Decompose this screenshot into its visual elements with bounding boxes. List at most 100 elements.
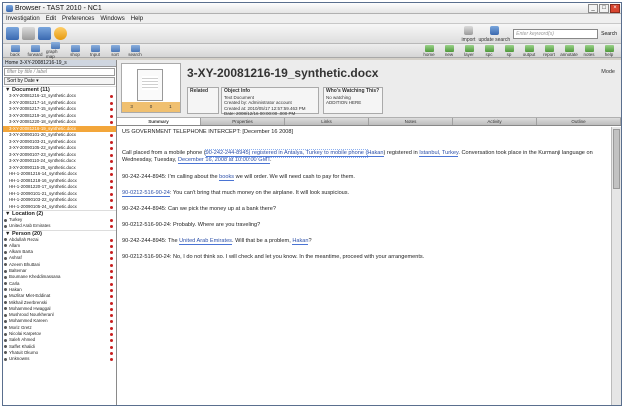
shop-button[interactable]: shop [66,44,84,57]
entity-person-hakan[interactable]: Hakan [367,150,384,157]
title-bar: Browser - TAST 2010 - NC1 _ □ × [3,3,621,14]
left-panel: Home 3-XY-20081216-19_s filter by title … [3,60,117,405]
new-button[interactable]: new [440,45,458,57]
home-button[interactable]: home [420,45,438,57]
menu-help[interactable]: Help [131,16,143,22]
left-tab[interactable]: Home 3-XY-20081216-19_s [3,60,116,67]
save-icon[interactable] [22,27,35,40]
menu-investigation[interactable]: Investigation [6,16,40,22]
menu-bar: Investigation Edit Preferences Windows H… [3,14,621,24]
content-line: 90-242-244-8945: The United Arab Emirate… [122,238,312,245]
related-box: Related [187,87,219,114]
document-page-icon [137,69,163,101]
notes-icon [584,45,594,52]
tab-summary[interactable]: Summary [117,118,201,125]
window-title: Browser - TAST 2010 - NC1 [15,4,102,12]
tab-notes[interactable]: Notes [369,118,453,125]
mode-label[interactable]: Mode [601,69,615,75]
document-item[interactable]: HH-1-20090105-24_synthetic.docx [3,204,116,211]
sort-icon [110,44,120,52]
sort-select[interactable]: Sort by Date ▾ [4,77,115,85]
tools-icon[interactable] [6,27,19,40]
object-info-box: Object Info Text Document Created by: Ad… [221,87,319,116]
forward-icon [30,44,40,52]
report-button[interactable]: report [540,45,558,57]
help-icon [604,45,614,52]
entity-person-hakan-2[interactable]: Hakan [292,238,309,245]
layer-button[interactable]: layer [460,45,478,57]
info-icon[interactable] [54,27,67,40]
scroll-thumb[interactable] [613,129,620,189]
entity-location-istanbul[interactable]: Istanbul, Turkey [419,150,459,157]
location-section-header[interactable]: ▼ Location (2) [3,210,116,217]
sp-icon [504,45,514,52]
document-title: 3-XY-20081216-19_synthetic.docx [187,66,379,80]
graph-icon [50,42,60,49]
layer-icon [464,45,474,52]
annotate-icon [564,45,574,52]
update-search-button[interactable]: update search [478,26,510,43]
content-line: 90-0212-516-90-24: You can't bring that … [122,190,350,197]
output-icon [524,45,534,52]
sp-button[interactable]: sp [500,45,518,57]
search-button[interactable]: Search [601,31,617,37]
input-icon [90,44,100,52]
entity-date[interactable]: December 16, 2008 at 10:00:00 GMT [177,157,271,164]
tab-outline[interactable]: Outline [537,118,621,125]
notes-button[interactable]: notes [580,45,598,57]
filter-input[interactable]: filter by title / label [4,68,115,76]
report-icon [544,45,554,52]
content-line: 90-242-244-8945: Can we pick the money u… [122,206,276,212]
spc-button[interactable]: spc [480,45,498,57]
entity-phone-2[interactable]: 90-0212-516-90-24 [122,190,170,197]
tab-properties[interactable]: Properties [201,118,285,125]
home-icon [424,45,434,52]
document-view: 3 0 1 3-XY-20081216-19_synthetic.docx Mo… [117,60,621,405]
vertical-scrollbar[interactable] [611,127,621,405]
spc-icon [484,45,494,52]
add-watcher-button[interactable]: ADDITION HERE [326,100,380,106]
person-section-header[interactable]: ▼ Person (20) [3,229,116,237]
output-button[interactable]: output [520,45,538,57]
forward-button[interactable]: forward [26,44,44,57]
import-button[interactable]: import [462,26,475,43]
document-header: 3 0 1 3-XY-20081216-19_synthetic.docx Mo… [117,60,621,118]
back-button[interactable]: back [6,44,24,57]
new-icon [444,45,454,52]
menu-windows[interactable]: Windows [100,16,124,22]
app-window: Browser - TAST 2010 - NC1 _ □ × Investig… [2,2,622,406]
secondary-toolbar: back forward graph map shop tnput sort s… [3,42,621,59]
search-input[interactable]: Enter keyword(s) [513,29,599,39]
annotate-button[interactable]: annotate [560,45,578,57]
help-button[interactable]: help [600,45,618,57]
search-icon [130,44,140,52]
content-paragraph: Call placed from a mobile phone (90-242-… [122,149,593,164]
sort-button[interactable]: sort [106,44,124,57]
maximize-button[interactable]: □ [599,3,609,13]
menu-preferences[interactable]: Preferences [62,16,94,22]
close-button[interactable]: × [610,3,620,13]
entity-books[interactable]: books [219,174,235,181]
report-icon[interactable] [38,27,51,40]
minimize-button[interactable]: _ [588,3,598,13]
input-button[interactable]: tnput [86,44,104,57]
update-icon [489,26,499,35]
content-line: 90-0212-516-90-24: No, I do not think so… [122,254,425,260]
document-thumbnail[interactable]: 3 0 1 [121,63,181,113]
entity-phone[interactable]: 90-242-244-8945) registered in Antalya, … [204,149,369,158]
search-tool-button[interactable]: search [126,44,144,57]
back-icon [10,44,20,52]
menu-edit[interactable]: Edit [46,16,56,22]
tab-links[interactable]: Links [285,118,369,125]
entity-location-uae[interactable]: United Arab Emirates [179,238,232,245]
document-content: US GOVERNMENT TELEPHONE INTERCEPT: [Dece… [117,127,609,405]
location-item[interactable]: United Arab Emirates [3,223,116,229]
content-heading: US GOVERNMENT TELEPHONE INTERCEPT: [Dece… [122,129,294,135]
document-section-header[interactable]: ▼ Document (11) [3,86,116,93]
app-icon [6,4,13,12]
person-item[interactable]: Unknowns [3,356,116,362]
tab-activity[interactable]: Activity [453,118,537,125]
graph-map-button[interactable]: graph map [46,42,64,59]
content-line: 90-0212-516-90-24: Probably. Where are y… [122,222,261,228]
thumbnail-stats: 3 0 1 [122,102,180,112]
